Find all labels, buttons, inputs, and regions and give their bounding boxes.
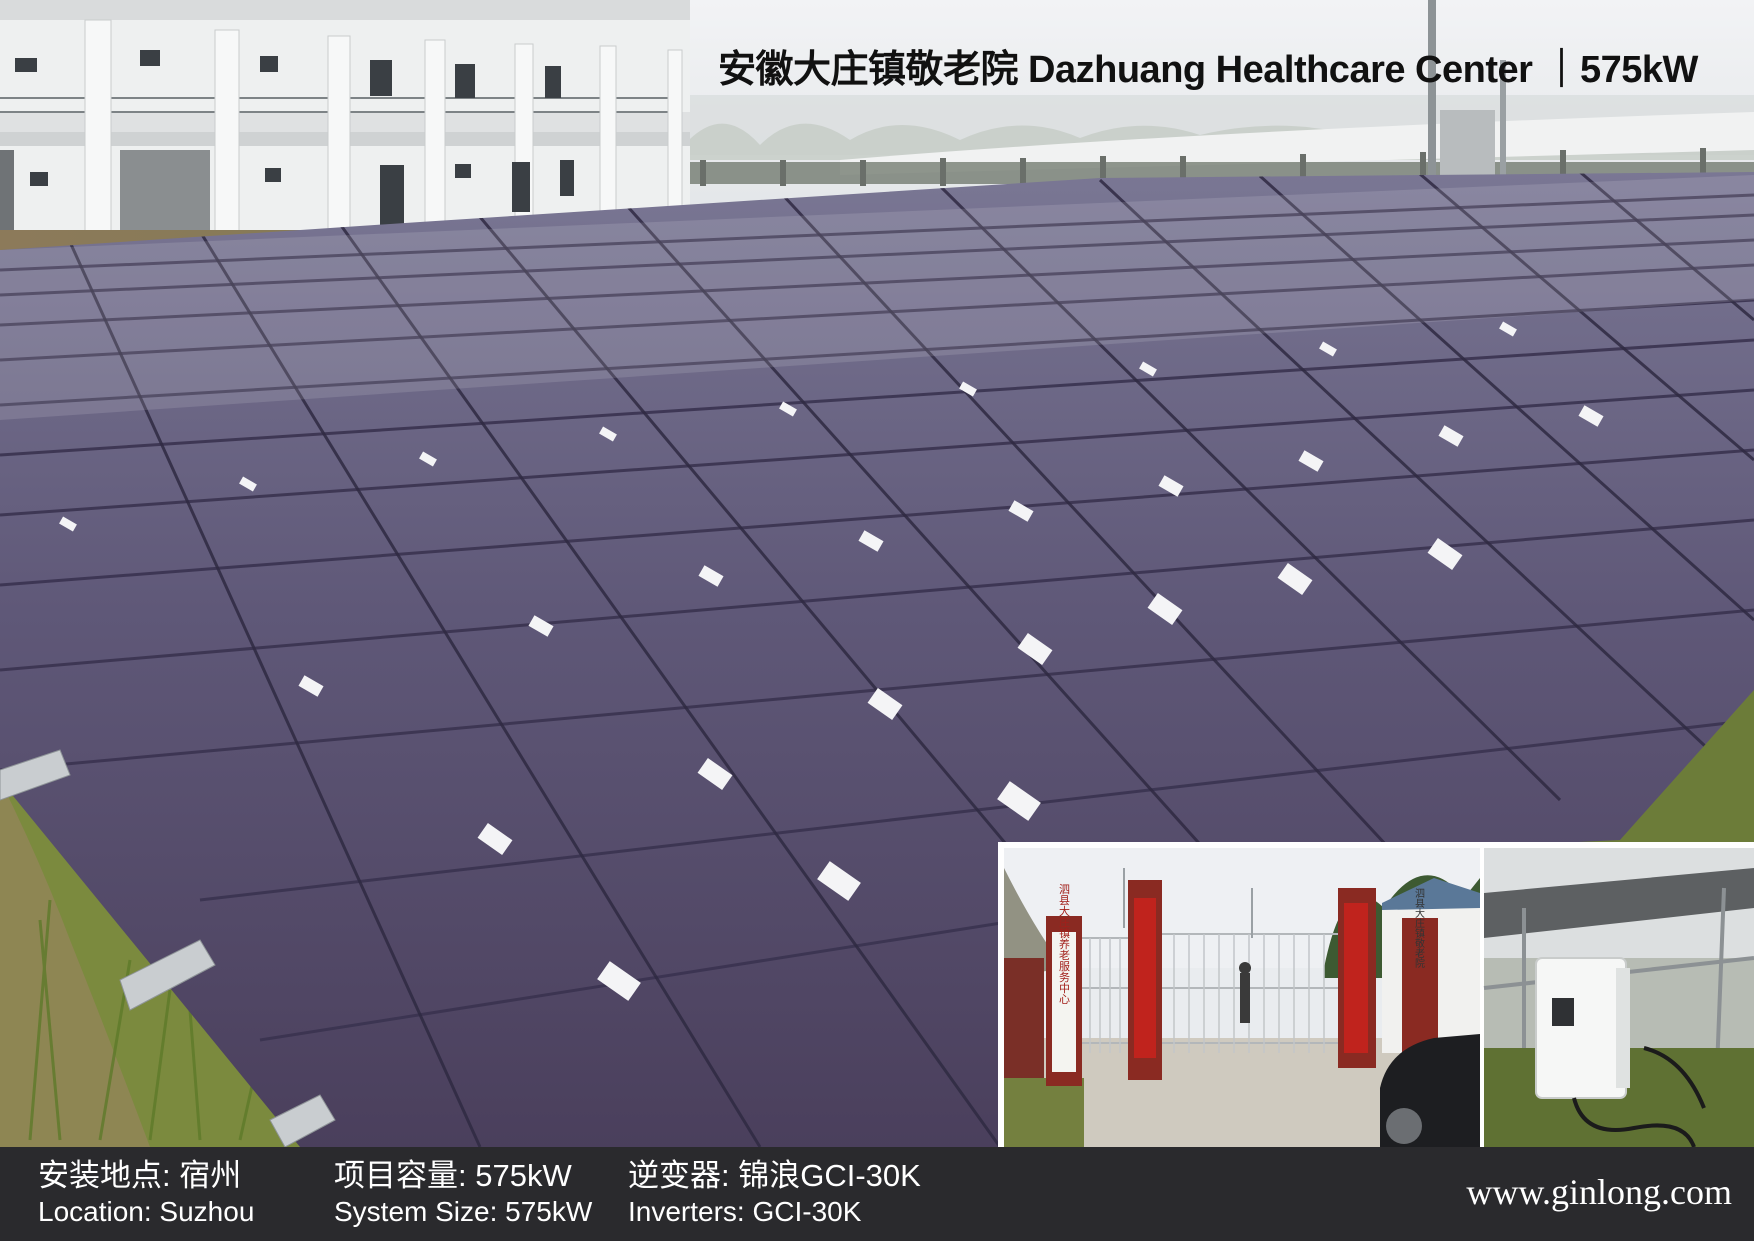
location-en: Location: Suzhou (38, 1196, 255, 1227)
location-zh: 安装地点: 宿州 (38, 1158, 242, 1193)
inverter-zh: 逆变器: 锦浪GCI-30K (628, 1158, 921, 1193)
system-size-en: System Size: 575kW (334, 1196, 593, 1227)
inverter-photo (1483, 848, 1754, 1147)
photo-page: 安徽大庄镇敬老院 Dazhuang Healthcare Center ｜575… (0, 0, 1754, 1241)
system-size-block: 项目容量: 575kW System Size: 575kW (334, 1157, 592, 1229)
info-footer: 安装地点: 宿州 Location: Suzhou 项目容量: 575kW Sy… (0, 1147, 1754, 1241)
gate-sign-right: 泗县大庄镇敬老院 (1413, 888, 1425, 969)
inverter-block: 逆变器: 锦浪GCI-30K Inverters: GCI-30K (628, 1157, 921, 1229)
system-size-zh: 项目容量: 575kW (334, 1158, 572, 1193)
inset-svg: 泗县大庄镇养老服务中心 泗县大庄镇敬老院 (1004, 848, 1754, 1147)
location-block: 安装地点: 宿州 Location: Suzhou (38, 1157, 254, 1229)
website-url: www.ginlong.com (1466, 1172, 1732, 1212)
gate-sign-left: 泗县大庄镇养老服务中心 (1058, 883, 1071, 1004)
inverter-en: Inverters: GCI-30K (628, 1196, 862, 1227)
page-title: 安徽大庄镇敬老院 Dazhuang Healthcare Center ｜575… (718, 49, 1698, 91)
gate-photo: 泗县大庄镇养老服务中心 泗县大庄镇敬老院 (1004, 848, 1480, 1147)
inset-photos: 泗县大庄镇养老服务中心 泗县大庄镇敬老院 (998, 842, 1754, 1147)
